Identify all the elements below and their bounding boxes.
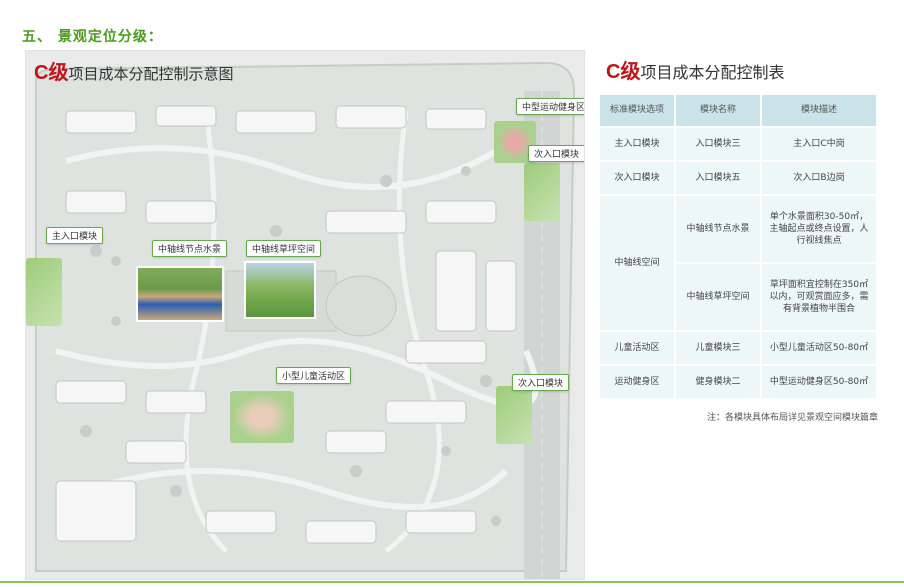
cell-option: 运动健身区	[598, 364, 676, 400]
kids-zone	[230, 391, 294, 443]
table-row: 次入口模块 入口模块五 次入口B边岗	[598, 160, 878, 196]
cell-option: 儿童活动区	[598, 330, 676, 366]
cell-desc: 中型运动健身区50-80㎡	[760, 364, 878, 400]
water-feature-photo	[136, 266, 224, 322]
secondary-entry-1-zone	[524, 163, 560, 221]
cell-option: 中轴线空间	[598, 194, 676, 332]
cell-name: 中轴线草坪空间	[674, 262, 762, 332]
table-row: 运动健身区 健身模块二 中型运动健身区50-80㎡	[598, 364, 878, 400]
cell-name: 入口模块五	[674, 160, 762, 196]
header-option: 标准模块选项	[598, 93, 676, 128]
tag-axis-water: 中轴线节点水景	[152, 240, 228, 257]
tag-secondary-entry-2: 次入口模块	[512, 374, 570, 391]
table-note: 注：各模块具体布局详见景观空间模块篇章	[706, 413, 878, 423]
table-title-grade: C级	[606, 61, 641, 83]
table-title-text: 项目成本分配控制表	[640, 63, 785, 82]
main-entry-zone	[26, 258, 62, 326]
site-plan-map: C级项目成本分配控制示意图 主入口模块 中轴线节点水景 中轴线草坪空间 中型运动…	[25, 50, 585, 580]
table-row: 儿童活动区 儿童模块三 小型儿童活动区50-80㎡	[598, 330, 878, 366]
bottom-divider	[0, 581, 904, 583]
tag-main-entry: 主入口模块	[46, 227, 104, 244]
tag-fitness: 中型运动健身区	[516, 98, 584, 115]
header-name: 模块名称	[674, 93, 762, 128]
cell-desc: 单个水景面积30-50㎡，主轴起点或终点设置，人行视线焦点	[760, 194, 878, 264]
map-title-grade: C级	[34, 62, 69, 84]
map-title: C级项目成本分配控制示意图	[34, 56, 233, 85]
cell-name: 儿童模块三	[674, 330, 762, 366]
map-title-text: 项目成本分配控制示意图	[68, 65, 234, 83]
cell-name: 中轴线节点水景	[674, 194, 762, 264]
lawn-photo	[244, 261, 316, 319]
header-desc: 模块描述	[760, 93, 878, 128]
cell-desc: 次入口B边岗	[760, 160, 878, 196]
cell-desc: 草坪面积宜控制在350㎡以内，可观赏面应多，需有背景植物半围合	[760, 262, 878, 332]
secondary-entry-2-zone	[496, 386, 532, 444]
section-title: 五、 景观定位分级：	[22, 29, 163, 45]
cell-name: 健身模块二	[674, 364, 762, 400]
cell-option: 次入口模块	[598, 160, 676, 196]
cell-desc: 主入口C中岗	[760, 126, 878, 162]
table-row: 主入口模块 入口模块三 主入口C中岗	[598, 126, 878, 162]
tag-axis-lawn: 中轴线草坪空间	[246, 240, 322, 257]
cell-name: 入口模块三	[674, 126, 762, 162]
cell-desc: 小型儿童活动区50-80㎡	[760, 330, 878, 366]
table-row: 中轴线空间 中轴线节点水景 单个水景面积30-50㎡，主轴起点或终点设置，人行视…	[598, 194, 878, 332]
tag-secondary-entry-1: 次入口模块	[528, 145, 584, 162]
table-title: C级项目成本分配控制表	[606, 55, 784, 84]
table-header-row: 标准模块选项 模块名称 模块描述	[598, 93, 878, 128]
tag-kids: 小型儿童活动区	[276, 367, 352, 384]
cell-option: 主入口模块	[598, 126, 676, 162]
cost-allocation-table: 标准模块选项 模块名称 模块描述 主入口模块 入口模块三 主入口C中岗 次入口模…	[598, 93, 878, 400]
